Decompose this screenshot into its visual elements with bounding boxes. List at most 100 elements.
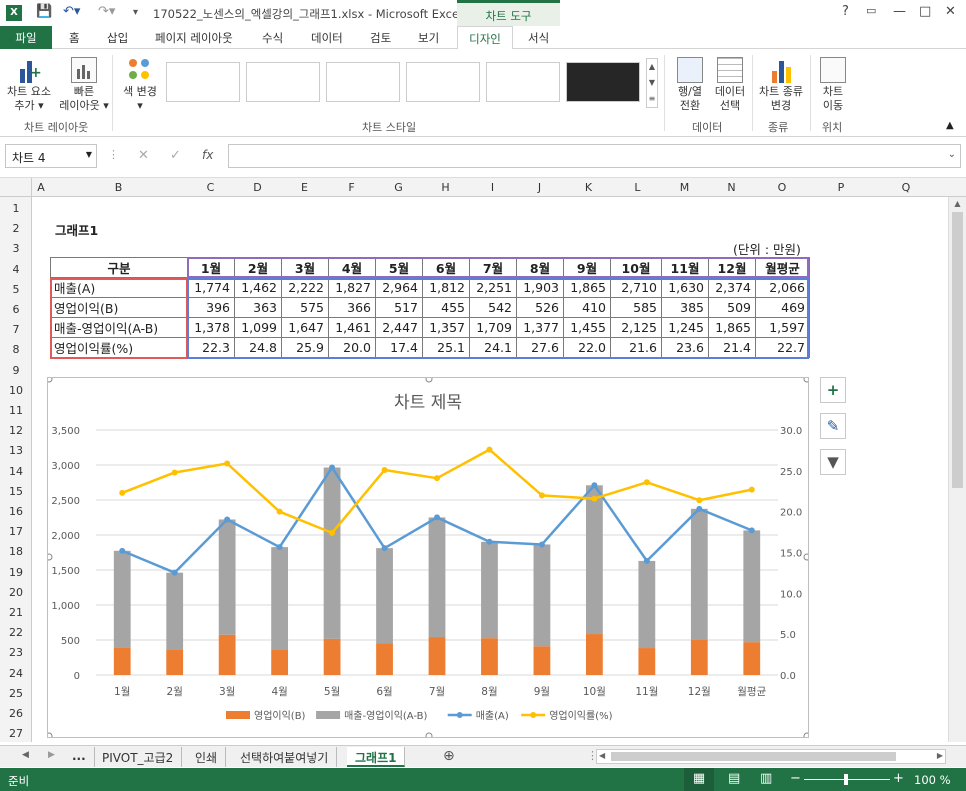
- row-header[interactable]: 14: [0, 465, 32, 478]
- row-header[interactable]: 26: [0, 707, 32, 720]
- zoom-in-icon[interactable]: +: [893, 771, 904, 786]
- data-cell[interactable]: 2,222: [281, 277, 329, 298]
- chart-area[interactable]: 차트 제목 0 500 1,000 1,500 2,000 2,500 3,000 3,500 0…: [45, 375, 811, 740]
- formula-input[interactable]: ⌄: [228, 144, 961, 168]
- data-cell[interactable]: 509: [708, 297, 756, 318]
- chart-style-3[interactable]: [326, 62, 400, 102]
- header-cell[interactable]: 3월: [281, 257, 329, 278]
- col-header[interactable]: Q: [873, 181, 939, 194]
- chart-style-1[interactable]: [166, 62, 240, 102]
- tab-page-layout[interactable]: 페이지 레이아웃: [155, 30, 233, 46]
- change-colors-button[interactable]: 색 변경 ▾: [118, 55, 162, 117]
- save-icon[interactable]: 💾: [36, 4, 52, 19]
- enter-entry-icon[interactable]: ✓: [170, 148, 181, 163]
- zoom-slider-thumb[interactable]: [844, 774, 848, 785]
- chart-filter-icon[interactable]: ▼: [820, 449, 846, 475]
- chart-style-2[interactable]: [246, 62, 320, 102]
- restore-button[interactable]: □: [919, 4, 931, 19]
- data-cell[interactable]: 1,597: [755, 317, 810, 338]
- change-chart-type-button[interactable]: 차트 종류 변경: [754, 55, 808, 117]
- chart-style-5[interactable]: [486, 62, 560, 102]
- col-header[interactable]: E: [281, 181, 328, 194]
- undo-icon[interactable]: ↶▾: [63, 4, 80, 19]
- data-cell[interactable]: 366: [328, 297, 376, 318]
- row-header[interactable]: 12: [0, 424, 32, 437]
- row-header[interactable]: 17: [0, 525, 32, 538]
- data-cell[interactable]: 2,447: [375, 317, 423, 338]
- vertical-scrollbar[interactable]: ▲: [948, 197, 966, 742]
- data-cell[interactable]: 1,827: [328, 277, 376, 298]
- tab-insert[interactable]: 삽입: [107, 30, 128, 46]
- header-cell[interactable]: 6월: [422, 257, 470, 278]
- data-cell[interactable]: 1,865: [708, 317, 756, 338]
- col-header[interactable]: K: [563, 181, 614, 194]
- tab-home[interactable]: 홈: [69, 30, 80, 46]
- switch-row-column-button[interactable]: 행/열 전환: [670, 55, 710, 117]
- sheet-tab[interactable]: 인쇄: [187, 747, 227, 767]
- row-header[interactable]: 8: [0, 343, 32, 356]
- data-cell[interactable]: 25.1: [422, 337, 470, 358]
- sheet-prev-icon[interactable]: ◀: [22, 750, 29, 760]
- row-header[interactable]: 4: [0, 263, 32, 276]
- insert-function-icon[interactable]: fx: [202, 148, 213, 162]
- header-cell[interactable]: 8월: [516, 257, 564, 278]
- name-box-dropdown-icon[interactable]: ▼: [86, 150, 92, 159]
- data-cell[interactable]: 22.3: [187, 337, 235, 358]
- data-cell[interactable]: 2,710: [610, 277, 662, 298]
- scroll-thumb[interactable]: [952, 212, 963, 488]
- col-header[interactable]: H: [422, 181, 469, 194]
- row-header[interactable]: 20: [0, 586, 32, 599]
- zoom-out-icon[interactable]: −: [790, 771, 801, 786]
- data-cell[interactable]: 25.9: [281, 337, 329, 358]
- data-cell[interactable]: 410: [563, 297, 611, 318]
- data-cell[interactable]: 1,099: [234, 317, 282, 338]
- col-header[interactable]: D: [234, 181, 281, 194]
- data-cell[interactable]: 24.1: [469, 337, 517, 358]
- collapse-ribbon-icon[interactable]: ▲: [946, 120, 954, 131]
- col-header[interactable]: O: [755, 181, 809, 194]
- data-cell[interactable]: 21.6: [610, 337, 662, 358]
- row-header[interactable]: 1: [0, 202, 32, 215]
- data-cell[interactable]: 385: [661, 297, 709, 318]
- header-cell[interactable]: 10월: [610, 257, 662, 278]
- col-header[interactable]: L: [614, 181, 661, 194]
- data-cell[interactable]: 1,903: [516, 277, 564, 298]
- col-header[interactable]: J: [516, 181, 563, 194]
- sheet-next-icon[interactable]: ▶: [48, 750, 55, 760]
- header-cell[interactable]: 월평균: [755, 257, 810, 278]
- data-cell[interactable]: 1,709: [469, 317, 517, 338]
- sheet-tab-more[interactable]: ...: [64, 747, 95, 767]
- row-header[interactable]: 22: [0, 626, 32, 639]
- row-header[interactable]: 10: [0, 384, 32, 397]
- data-cell[interactable]: 1,455: [563, 317, 611, 338]
- row-header[interactable]: 15: [0, 485, 32, 498]
- data-cell[interactable]: 575: [281, 297, 329, 318]
- data-cell[interactable]: 363: [234, 297, 282, 318]
- row-header[interactable]: 16: [0, 505, 32, 518]
- data-cell[interactable]: 585: [610, 297, 662, 318]
- col-header[interactable]: P: [809, 181, 873, 194]
- quick-layout-button[interactable]: 빠른 레이아웃 ▾: [57, 55, 111, 117]
- name-box[interactable]: 차트 4 ▼: [5, 144, 97, 168]
- row-label-cell[interactable]: 영업이익(B): [50, 297, 188, 318]
- hscroll-thumb[interactable]: [611, 752, 896, 761]
- col-header[interactable]: N: [708, 181, 755, 194]
- row-label-cell[interactable]: 매출-영업이익(A-B): [50, 317, 188, 338]
- col-header[interactable]: B: [50, 181, 187, 194]
- header-cell[interactable]: 구분: [50, 257, 188, 278]
- chart-style-6[interactable]: [566, 62, 640, 102]
- select-data-button[interactable]: 데이터 선택: [710, 55, 750, 117]
- header-cell[interactable]: 2월: [234, 257, 282, 278]
- new-sheet-button[interactable]: ⊕: [443, 748, 455, 764]
- header-cell[interactable]: 1월: [187, 257, 235, 278]
- row-header[interactable]: 6: [0, 303, 32, 316]
- data-cell[interactable]: 2,125: [610, 317, 662, 338]
- header-cell[interactable]: 5월: [375, 257, 423, 278]
- data-cell[interactable]: 24.8: [234, 337, 282, 358]
- move-chart-button[interactable]: 차트 이동: [813, 55, 853, 117]
- tab-design[interactable]: 디자인: [457, 26, 513, 50]
- data-cell[interactable]: 23.6: [661, 337, 709, 358]
- col-header[interactable]: M: [661, 181, 708, 194]
- data-cell[interactable]: 2,066: [755, 277, 810, 298]
- scroll-up-icon[interactable]: ▲: [949, 199, 966, 208]
